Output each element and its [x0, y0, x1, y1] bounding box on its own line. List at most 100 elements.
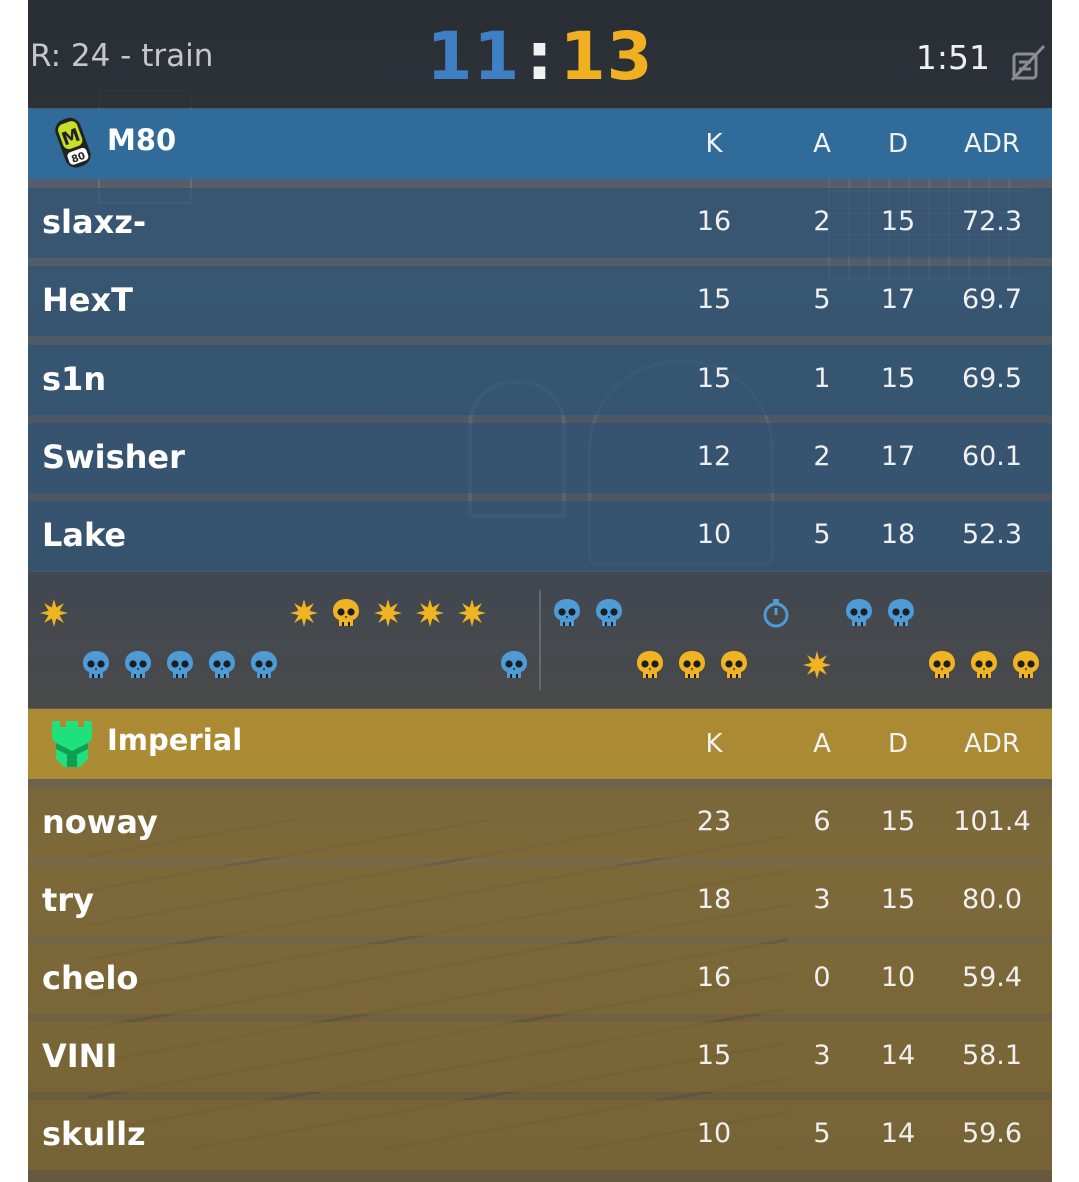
half-divider — [539, 590, 541, 690]
player-name: skullz — [42, 1115, 146, 1153]
player-kills: 12 — [696, 441, 732, 472]
player-kills: 15 — [696, 284, 732, 315]
player-adr: 60.1 — [961, 441, 1023, 472]
player-adr: 80.0 — [961, 884, 1023, 915]
player-row: HexT 15 5 17 69.7 — [28, 266, 1052, 336]
player-deaths: 15 — [880, 806, 916, 837]
bomb-explode-icon — [803, 651, 831, 679]
bomb-explode-icon — [40, 599, 68, 627]
player-assists: 0 — [813, 962, 831, 993]
bomb-explode-icon — [458, 599, 486, 627]
team-header-imperial: Imperial K A D ADR — [28, 709, 1052, 779]
player-row: slaxz- 16 2 15 72.3 — [28, 188, 1052, 258]
player-assists: 5 — [813, 519, 831, 550]
player-deaths: 15 — [880, 206, 916, 237]
player-name: chelo — [42, 959, 139, 997]
player-deaths: 17 — [880, 284, 916, 315]
player-name: slaxz- — [42, 203, 147, 241]
round-history — [28, 572, 1052, 708]
player-assists: 1 — [813, 363, 831, 394]
skull-blue-icon — [596, 599, 622, 626]
player-deaths: 14 — [880, 1040, 916, 1071]
skull-blue-icon — [167, 651, 193, 678]
bomb-defused-icon — [1010, 44, 1046, 82]
player-deaths: 15 — [880, 363, 916, 394]
player-kills: 10 — [696, 519, 732, 550]
match-score: 11:13 — [28, 18, 1052, 95]
player-assists: 3 — [813, 884, 831, 915]
player-assists: 6 — [813, 806, 831, 837]
score-t: 13 — [559, 18, 654, 95]
player-kills: 15 — [696, 363, 732, 394]
skull-gold-icon — [333, 599, 359, 626]
player-deaths: 17 — [880, 441, 916, 472]
skull-gold-icon — [929, 651, 955, 678]
column-header-assists: A — [813, 129, 831, 159]
column-header-adr: ADR — [964, 129, 1020, 159]
bomb-explode-icon — [416, 599, 444, 627]
column-header-assists: A — [813, 729, 831, 759]
column-header-deaths: D — [887, 129, 909, 159]
player-adr: 52.3 — [961, 519, 1023, 550]
column-header-kills: K — [705, 729, 723, 759]
player-assists: 5 — [813, 1118, 831, 1149]
player-name: Lake — [42, 516, 127, 554]
team-name: M80 — [107, 123, 177, 157]
team-name: Imperial — [107, 723, 243, 757]
score-separator: : — [526, 18, 554, 95]
player-name: try — [42, 881, 94, 919]
column-header-kills: K — [705, 129, 723, 159]
skull-blue-icon — [251, 651, 277, 678]
player-kills: 23 — [696, 806, 732, 837]
player-kills: 16 — [696, 962, 732, 993]
team-header-m80: M 80 M80 K A D ADR — [28, 109, 1052, 179]
player-row: try 18 3 15 80.0 — [28, 866, 1052, 936]
player-adr: 72.3 — [961, 206, 1023, 237]
player-row: skullz 10 5 14 59.6 — [28, 1100, 1052, 1170]
player-adr: 59.4 — [961, 962, 1023, 993]
skull-gold-icon — [721, 651, 747, 678]
skull-gold-icon — [637, 651, 663, 678]
player-row: Lake 10 5 18 52.3 — [28, 501, 1052, 571]
player-adr: 101.4 — [953, 806, 1031, 837]
round-timer: 1:51 — [915, 38, 990, 77]
skull-blue-icon — [888, 599, 914, 626]
player-kills: 16 — [696, 206, 732, 237]
column-header-deaths: D — [887, 729, 909, 759]
player-name: Swisher — [42, 438, 185, 476]
player-assists: 2 — [813, 441, 831, 472]
player-name: HexT — [42, 281, 133, 319]
skull-blue-icon — [554, 599, 580, 626]
skull-blue-icon — [83, 651, 109, 678]
player-assists: 5 — [813, 284, 831, 315]
player-assists: 3 — [813, 1040, 831, 1071]
skull-blue-icon — [846, 599, 872, 626]
player-deaths: 15 — [880, 884, 916, 915]
bomb-explode-icon — [290, 599, 318, 627]
stopwatch-icon — [763, 599, 789, 628]
skull-gold-icon — [1013, 651, 1039, 678]
bomb-explode-icon — [374, 599, 402, 627]
skull-blue-icon — [501, 651, 527, 678]
score-ct: 11 — [426, 18, 521, 95]
player-name: noway — [42, 803, 158, 841]
player-deaths: 18 — [880, 519, 916, 550]
skull-blue-icon — [209, 651, 235, 678]
player-kills: 18 — [696, 884, 732, 915]
player-name: VINI — [42, 1037, 118, 1075]
player-adr: 69.5 — [961, 363, 1023, 394]
player-deaths: 10 — [880, 962, 916, 993]
player-name: s1n — [42, 360, 107, 398]
player-adr: 59.6 — [961, 1118, 1023, 1149]
player-row: chelo 16 0 10 59.4 — [28, 944, 1052, 1014]
column-header-adr: ADR — [964, 729, 1020, 759]
player-row: VINI 15 3 14 58.1 — [28, 1022, 1052, 1092]
skull-blue-icon — [125, 651, 151, 678]
player-row: Swisher 12 2 17 60.1 — [28, 423, 1052, 493]
score-bar: R: 24 - train 11:13 1:51 — [28, 0, 1052, 108]
imperial-logo-icon — [52, 721, 92, 767]
player-assists: 2 — [813, 206, 831, 237]
player-adr: 69.7 — [961, 284, 1023, 315]
player-kills: 10 — [696, 1118, 732, 1149]
scoreboard: R: 24 - train 11:13 1:51 M 80 M80 K A D … — [28, 0, 1052, 1182]
